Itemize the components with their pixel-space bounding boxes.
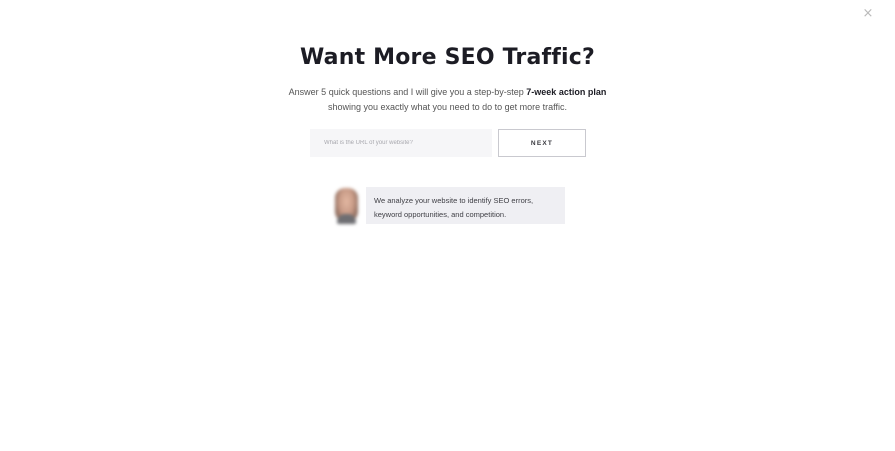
info-message-bubble: We analyze your website to identify SEO … — [366, 187, 565, 224]
seo-popup-page: × Want More SEO Traffic? Answer 5 quick … — [0, 0, 895, 451]
subtitle-second-line: showing you exactly what you need to do … — [328, 102, 567, 112]
subtitle-highlight-text: 7-week action plan — [526, 87, 607, 97]
close-icon[interactable]: × — [861, 7, 875, 21]
message-line-2: keyword opportunities, and competition. — [374, 210, 507, 219]
person-avatar-icon — [335, 188, 358, 224]
next-button[interactable]: NEXT — [498, 129, 586, 157]
subtitle-intro-text: Answer 5 quick questions and I will give… — [288, 87, 527, 97]
page-title: Want More SEO Traffic? — [299, 45, 595, 70]
message-line-1: We analyze your website to identify SEO … — [374, 196, 534, 205]
website-url-input[interactable] — [310, 129, 492, 157]
page-subtitle: Answer 5 quick questions and I will give… — [0, 85, 895, 115]
